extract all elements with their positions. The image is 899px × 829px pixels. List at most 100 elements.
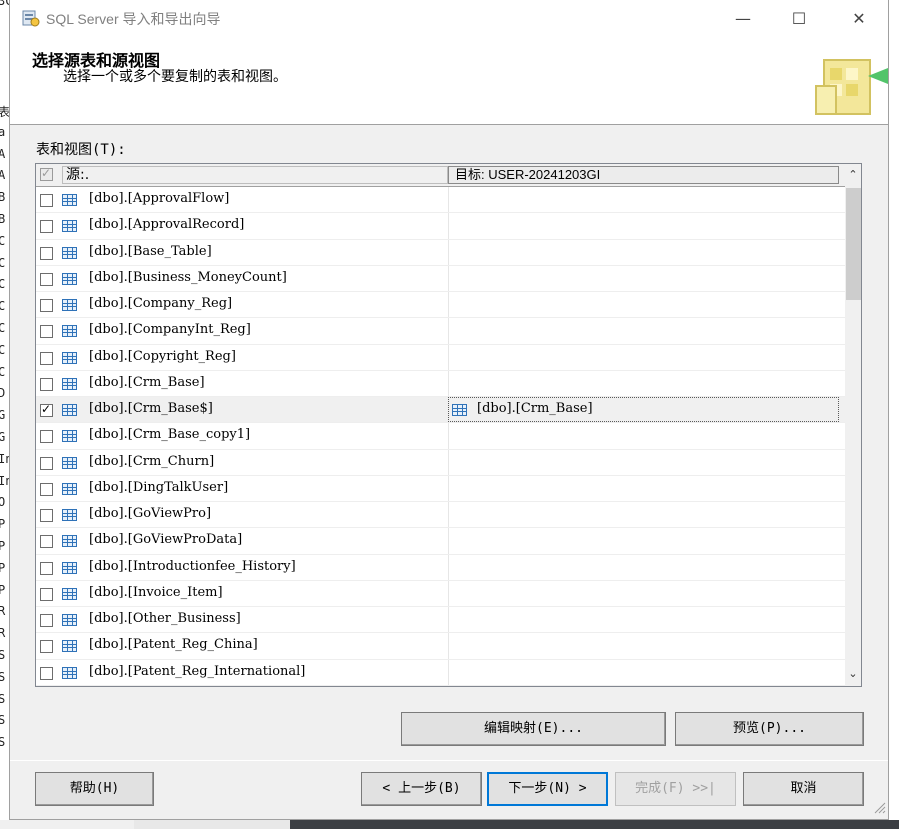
source-table-name: [dbo].[GoViewPro] (89, 506, 212, 521)
row-checkbox[interactable] (40, 482, 53, 496)
row-checkbox[interactable] (40, 351, 53, 365)
table-row[interactable]: [dbo].[ApprovalRecord] (36, 213, 845, 240)
background-app-text: A (0, 168, 6, 183)
preview-button[interactable]: 预览(P)... (675, 712, 864, 746)
row-checkbox[interactable] (40, 194, 53, 207)
row-checkbox[interactable] (40, 456, 53, 470)
destination-cell[interactable] (448, 318, 449, 344)
destination-cell[interactable] (448, 554, 449, 580)
background-taskbar-area (0, 820, 899, 829)
table-row[interactable]: [dbo].[Crm_Base$] [dbo].[Crm_Base] (36, 397, 845, 424)
vertical-scrollbar[interactable]: ⌃ ⌄ (845, 164, 861, 686)
background-app-text: P (0, 539, 6, 553)
source-table-name: [dbo].[CompanyInt_Reg] (89, 322, 251, 338)
resize-grip-icon[interactable] (872, 800, 886, 814)
help-button[interactable]: 帮助(H) (35, 772, 154, 806)
source-table-name: [dbo].[DingTalkUser] (89, 479, 229, 495)
row-checkbox[interactable] (40, 666, 53, 680)
background-app-text: R (0, 604, 6, 619)
destination-cell[interactable] (448, 423, 449, 449)
edit-mappings-button[interactable]: 编辑映射(E)... (401, 712, 666, 746)
scroll-up-icon[interactable]: ⌃ (845, 165, 861, 185)
destination-table-name: [dbo].[Crm_Base] (477, 401, 593, 416)
row-checkbox[interactable] (40, 220, 53, 234)
destination-cell[interactable] (448, 607, 449, 633)
table-row[interactable]: [dbo].[Introductionfee_History] (36, 554, 845, 581)
scroll-down-icon[interactable]: ⌄ (845, 664, 861, 684)
table-row[interactable]: [dbo].[DingTalkUser] (36, 475, 845, 502)
table-row[interactable]: [dbo].[Crm_Churn] (36, 449, 845, 476)
background-app-text: C (0, 277, 6, 292)
row-checkbox[interactable] (40, 587, 53, 601)
source-table-name: [dbo].[Copyright_Reg] (89, 348, 236, 364)
table-icon (62, 351, 77, 364)
source-table-name: [dbo].[Invoice_Item] (89, 584, 223, 600)
background-app-text: C (0, 255, 6, 270)
destination-cell[interactable] (448, 213, 449, 239)
background-app-text: P (0, 517, 6, 532)
row-checkbox[interactable] (40, 299, 53, 312)
back-button[interactable]: < 上一步(B) (361, 772, 482, 806)
table-row[interactable]: [dbo].[Crm_Base] (36, 370, 845, 397)
destination-cell[interactable] (448, 449, 449, 475)
table-row[interactable]: [dbo].[Patent_Reg_International] (36, 659, 845, 686)
table-row[interactable]: [dbo].[Other_Business] (36, 607, 845, 634)
table-row[interactable]: [dbo].[GoViewProData] (36, 528, 845, 555)
row-checkbox[interactable] (40, 402, 53, 417)
table-row[interactable]: [dbo].[Company_Reg] (36, 292, 845, 319)
destination-cell[interactable] (448, 580, 449, 606)
destination-cell[interactable] (448, 344, 449, 370)
grid-header: 源:. 目标: USER-20241203GI (36, 164, 845, 187)
table-icon (62, 272, 77, 285)
maximize-button[interactable]: ☐ (776, 0, 822, 38)
scrollbar-thumb[interactable] (846, 188, 861, 300)
destination-cell[interactable] (448, 265, 449, 291)
row-checkbox[interactable] (40, 509, 53, 522)
destination-cell[interactable]: [dbo].[Crm_Base] (448, 397, 839, 422)
row-checkbox[interactable] (40, 377, 53, 391)
next-button[interactable]: 下一步(N) > (487, 772, 608, 806)
destination-column-header[interactable]: 目标: USER-20241203GI (448, 166, 839, 184)
source-table-name: [dbo].[Other_Business] (89, 611, 241, 626)
finish-button[interactable]: 完成(F) >>| (615, 772, 736, 806)
destination-cell[interactable] (448, 528, 449, 554)
source-column-header[interactable]: 源:. (62, 166, 448, 184)
source-table-name: [dbo].[Patent_Reg_China] (89, 637, 258, 653)
row-checkbox[interactable] (40, 561, 53, 575)
background-app-text: P (0, 582, 6, 597)
table-row[interactable]: [dbo].[ApprovalFlow] (36, 187, 845, 214)
destination-cell[interactable] (448, 475, 449, 501)
destination-cell[interactable] (448, 659, 449, 685)
destination-cell[interactable] (448, 370, 449, 396)
destination-cell[interactable] (448, 292, 449, 318)
table-icon (62, 430, 77, 443)
table-row[interactable]: [dbo].[Business_MoneyCount] (36, 265, 845, 292)
table-icon (62, 194, 77, 206)
background-app-text: B (0, 190, 6, 205)
destination-cell[interactable] (448, 633, 449, 659)
table-row[interactable]: [dbo].[Copyright_Reg] (36, 344, 845, 371)
background-app-text: C (0, 233, 6, 248)
row-checkbox[interactable] (40, 430, 53, 444)
table-row[interactable]: [dbo].[GoViewPro] (36, 502, 845, 529)
row-checkbox[interactable] (40, 640, 53, 654)
row-checkbox[interactable] (40, 614, 53, 627)
table-row[interactable]: [dbo].[CompanyInt_Reg] (36, 318, 845, 345)
table-row[interactable]: [dbo].[Invoice_Item] (36, 580, 845, 607)
table-row[interactable]: [dbo].[Crm_Base_copy1] (36, 423, 845, 450)
destination-cell[interactable] (448, 187, 449, 213)
table-row[interactable]: [dbo].[Patent_Reg_China] (36, 633, 845, 660)
table-row[interactable]: [dbo].[Base_Table] (36, 239, 845, 266)
minimize-button[interactable]: — (720, 0, 766, 38)
destination-cell[interactable] (448, 502, 449, 528)
destination-cell[interactable] (448, 239, 449, 265)
background-app-text: O (0, 495, 6, 510)
close-button[interactable]: ✕ (836, 0, 882, 38)
row-checkbox[interactable] (40, 325, 53, 339)
row-checkbox[interactable] (40, 535, 53, 549)
row-checkbox[interactable] (40, 246, 53, 260)
cancel-button[interactable]: 取消 (743, 772, 864, 806)
select-all-checkbox[interactable] (40, 166, 53, 181)
row-checkbox[interactable] (40, 272, 53, 286)
table-icon (62, 587, 77, 600)
